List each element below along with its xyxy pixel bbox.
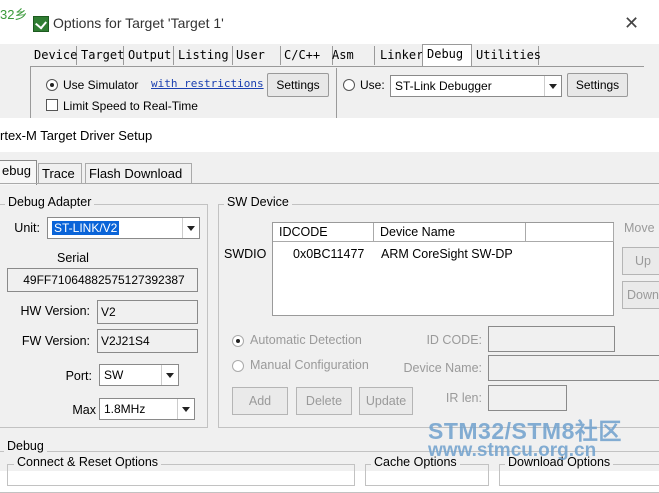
limit-speed-label: Limit Speed to Real-Time	[63, 99, 198, 113]
port-label: Port:	[65, 369, 92, 383]
simulator-settings-button[interactable]: Settings	[267, 73, 329, 97]
chevron-down-icon	[544, 76, 561, 96]
row-device-name[interactable]: ARM CoreSight SW-DP	[381, 247, 513, 261]
unit-select[interactable]: ST-LINK/V2	[47, 217, 200, 239]
add-button[interactable]: Add	[232, 387, 288, 415]
use-label: Use:	[360, 78, 385, 92]
debugger-settings-button[interactable]: Settings	[567, 73, 628, 97]
move-down-button[interactable]: Down	[622, 281, 659, 309]
id-code-field[interactable]	[488, 326, 615, 352]
options-window-title: Options for Target 'Target 1'	[53, 15, 224, 31]
unit-select-value: ST-LINK/V2	[52, 221, 120, 235]
tab-utilities[interactable]: Utilities	[472, 46, 541, 65]
keil-app-icon	[33, 16, 49, 32]
tab-device[interactable]: Device	[30, 46, 77, 65]
move-label: Move	[624, 221, 655, 235]
chevron-down-icon	[177, 399, 194, 419]
debugger-select-value: ST-Link Debugger	[395, 79, 492, 93]
watermark-line-2: www.stmcu.org.cn	[428, 440, 597, 461]
device-name-label: Device Name:	[403, 361, 483, 375]
chevron-down-icon	[161, 365, 178, 385]
connect-reset-legend: Connect & Reset Options	[14, 455, 162, 469]
tab-output[interactable]: Output	[124, 46, 174, 65]
chevron-down-icon	[182, 218, 199, 238]
fw-version-field: V2J21S4	[97, 329, 198, 353]
use-simulator-label: Use Simulator	[63, 78, 139, 92]
col-device-name: Device Name	[374, 223, 526, 242]
background-text-fragment: 32乡	[0, 7, 28, 22]
sw-device-legend: SW Device	[224, 195, 292, 209]
max-clock-value: 1.8MHz	[104, 402, 146, 416]
id-code-label: ID CODE:	[426, 333, 482, 347]
delete-button[interactable]: Delete	[296, 387, 352, 415]
serial-label: Serial	[57, 251, 89, 265]
fw-version-label: FW Version:	[21, 334, 90, 348]
close-icon[interactable]: ✕	[624, 13, 639, 34]
device-name-field[interactable]	[488, 355, 659, 381]
dialog-tab-strip: ebug Trace Flash Download	[0, 160, 659, 185]
dialog-title: rtex-M Target Driver Setup	[0, 128, 153, 143]
max-label: Max	[72, 403, 96, 417]
debug-adapter-legend: Debug Adapter	[5, 195, 95, 209]
manual-configuration-label: Manual Configuration	[250, 358, 369, 372]
col-idcode: IDCODE	[273, 223, 374, 242]
use-simulator-radio[interactable]	[46, 79, 58, 91]
tab-user[interactable]: User	[232, 46, 281, 65]
automatic-detection-label: Automatic Detection	[250, 333, 362, 347]
options-for-target-window: 32乡 Options for Target 'Target 1' ✕ Devi…	[0, 0, 659, 127]
limit-speed-checkbox[interactable]	[46, 99, 58, 111]
unit-label: Unit:	[14, 221, 40, 235]
ir-len-label: IR len:	[445, 391, 482, 405]
use-debugger-radio[interactable]	[343, 79, 355, 91]
tab-debug[interactable]: Debug	[422, 44, 472, 66]
port-select-value: SW	[104, 368, 124, 382]
col-empty	[526, 223, 614, 242]
tab-target[interactable]: Target	[77, 46, 124, 65]
tab-c-cpp[interactable]: C/C++	[280, 46, 333, 65]
hw-version-label: HW Version:	[20, 304, 90, 318]
move-up-button[interactable]: Up	[622, 247, 659, 275]
debug-options-legend: Debug	[4, 439, 47, 453]
port-select[interactable]: SW	[99, 364, 179, 386]
swdio-label: SWDIO	[224, 247, 267, 261]
tab-debug-setup[interactable]: ebug	[0, 160, 37, 185]
ir-len-field[interactable]	[488, 385, 567, 411]
hw-version-field: V2	[97, 300, 198, 324]
sw-device-table[interactable]: IDCODE Device Name 0x0BC11477 ARM CoreSi…	[272, 222, 614, 316]
manual-configuration-radio[interactable]	[232, 360, 244, 372]
with-restrictions-link[interactable]: with restrictions	[151, 77, 264, 90]
max-clock-select[interactable]: 1.8MHz	[99, 398, 195, 420]
tab-asm[interactable]: Asm	[328, 46, 375, 65]
tab-linker[interactable]: Linker	[376, 46, 426, 65]
tab-flash-download[interactable]: Flash Download	[85, 163, 192, 184]
tab-listing[interactable]: Listing	[174, 46, 233, 65]
row-idcode[interactable]: 0x0BC11477	[293, 247, 364, 261]
tab-trace[interactable]: Trace	[38, 163, 82, 184]
serial-field: 49FF71064882575127392387	[7, 268, 198, 292]
debugger-select[interactable]: ST-Link Debugger	[390, 75, 562, 97]
update-button[interactable]: Update	[359, 387, 413, 415]
automatic-detection-radio[interactable]	[232, 335, 244, 347]
